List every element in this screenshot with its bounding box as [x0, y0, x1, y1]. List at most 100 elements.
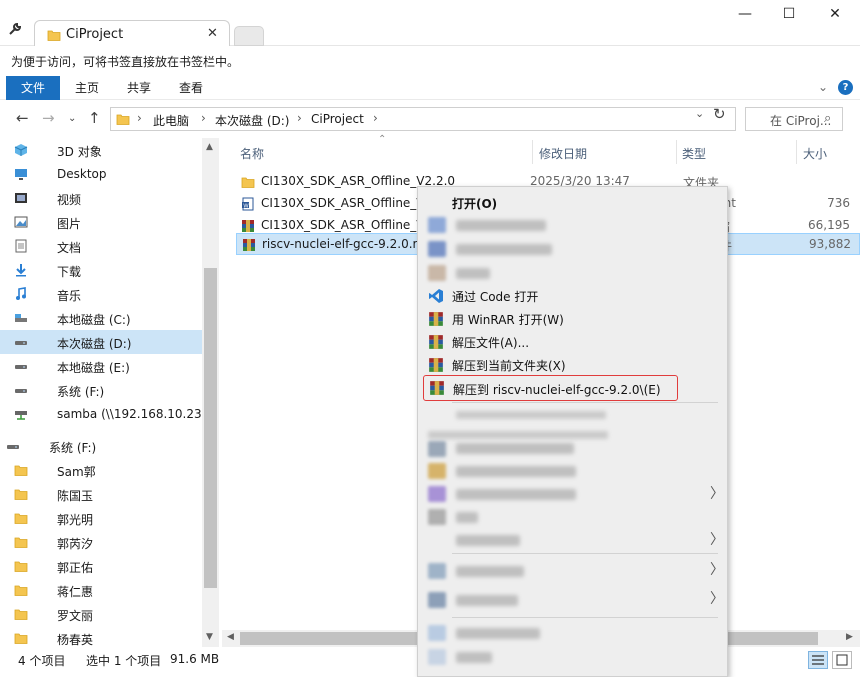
- blurred-menu-item[interactable]: [456, 595, 518, 606]
- breadcrumb-this-pc[interactable]: 此电脑: [153, 112, 189, 129]
- file-name: riscv-nuclei-elf-gcc-9.2.0.ra: [262, 237, 425, 251]
- nav-item[interactable]: 3D 对象: [0, 138, 202, 162]
- scroll-left-icon[interactable]: ◀: [227, 632, 234, 642]
- nav-item[interactable]: 下载: [0, 258, 202, 282]
- nav-item[interactable]: Sam郭: [0, 458, 202, 482]
- column-divider[interactable]: [796, 140, 797, 164]
- nav-item[interactable]: 本地磁盘 (C:): [0, 306, 202, 330]
- ribbon: 文件 主页 共享 查看 ⌄ ?: [0, 76, 860, 100]
- blurred-menu-item[interactable]: [456, 535, 520, 546]
- nav-item[interactable]: 视频: [0, 186, 202, 210]
- large-icons-view-icon: [836, 654, 848, 666]
- help-icon[interactable]: ?: [838, 80, 853, 95]
- blurred-menu-item[interactable]: [456, 268, 490, 279]
- maximize-button[interactable]: ☐: [774, 6, 804, 22]
- nav-item[interactable]: 系统 (F:): [0, 434, 202, 458]
- nav-item[interactable]: 郭芮汐: [0, 530, 202, 554]
- nav-item[interactable]: 杨春英: [0, 626, 202, 647]
- file-size: 66,195: [808, 218, 850, 232]
- ribbon-tab-share[interactable]: 共享: [118, 76, 160, 100]
- blurred-menu-item[interactable]: [456, 244, 552, 255]
- column-header-size[interactable]: 大小: [803, 145, 827, 162]
- ribbon-tab-home[interactable]: 主页: [66, 76, 108, 100]
- nav-item[interactable]: 本次磁盘 (D:): [0, 330, 202, 354]
- breadcrumb-separator: ›: [297, 111, 302, 125]
- nav-item[interactable]: 郭光明: [0, 506, 202, 530]
- wrench-icon[interactable]: [8, 22, 22, 36]
- tab-ciproject[interactable]: CiProject ✕: [34, 20, 230, 47]
- back-arrow-icon[interactable]: ←: [16, 109, 29, 127]
- ribbon-tab-file[interactable]: 文件: [6, 76, 60, 100]
- nav-item[interactable]: 音乐: [0, 282, 202, 306]
- blurred-menu-item[interactable]: [456, 411, 606, 419]
- selection-size: 91.6 MB: [170, 652, 220, 666]
- menu-item-extract-to-folder[interactable]: 解压到 riscv-nuclei-elf-gcc-9.2.0\(E): [423, 375, 678, 401]
- minimize-button[interactable]: —: [730, 6, 760, 22]
- menu-item-open-with-code[interactable]: 通过 Code 打开: [418, 284, 727, 307]
- recent-dropdown-icon[interactable]: ⌄: [68, 113, 76, 124]
- video-icon: [14, 191, 28, 205]
- refresh-icon[interactable]: ↻: [713, 105, 726, 123]
- column-header-type[interactable]: 类型: [682, 145, 706, 162]
- nav-item[interactable]: samba (\\192.168.10.236): [0, 402, 202, 426]
- column-header-date[interactable]: 修改日期: [539, 145, 587, 162]
- nav-item[interactable]: 文档: [0, 234, 202, 258]
- column-divider[interactable]: [676, 140, 677, 164]
- blurred-menu-item[interactable]: [456, 652, 492, 663]
- scroll-right-icon[interactable]: ▶: [846, 632, 853, 642]
- svg-text:W: W: [243, 203, 249, 209]
- ribbon-tab-view[interactable]: 查看: [170, 76, 212, 100]
- nav-item[interactable]: 图片: [0, 210, 202, 234]
- tab-close-icon[interactable]: ✕: [207, 26, 218, 41]
- scroll-up-icon[interactable]: ▲: [206, 142, 213, 152]
- blurred-menu-item[interactable]: [428, 431, 608, 439]
- nav-item[interactable]: 郭正佑: [0, 554, 202, 578]
- column-divider[interactable]: [532, 140, 533, 164]
- blurred-menu-item[interactable]: [456, 489, 576, 500]
- forward-arrow-icon[interactable]: →: [42, 109, 55, 127]
- nav-pane-scrollbar[interactable]: ▲ ▼: [202, 138, 219, 647]
- large-icons-view-button[interactable]: [832, 651, 852, 669]
- desktop-icon: [14, 167, 28, 181]
- network-drive-icon: [14, 407, 28, 421]
- search-input[interactable]: 在 CiProj... ⌕: [745, 107, 843, 131]
- address-bar[interactable]: › 此电脑 › 本次磁盘 (D:) › CiProject ›: [110, 107, 736, 131]
- drive-icon: [14, 383, 28, 397]
- nav-item[interactable]: Desktop: [0, 162, 202, 186]
- nav-item[interactable]: 罗文丽: [0, 602, 202, 626]
- address-dropdown-icon[interactable]: ⌄: [695, 107, 704, 120]
- nav-item[interactable]: 本地磁盘 (E:): [0, 354, 202, 378]
- menu-item-extract-files[interactable]: 解压文件(A)...: [418, 330, 727, 353]
- blurred-icon: [428, 592, 446, 608]
- menu-item-open-with-winrar[interactable]: 用 WinRAR 打开(W): [418, 307, 727, 330]
- nav-item-label: samba (\\192.168.10.236): [57, 407, 202, 421]
- blurred-menu-item[interactable]: [456, 512, 478, 523]
- nav-item[interactable]: 陈国玉: [0, 482, 202, 506]
- blurred-menu-item[interactable]: [456, 466, 576, 477]
- breadcrumb-ciproject[interactable]: CiProject: [311, 112, 364, 126]
- ribbon-expand-icon[interactable]: ⌄: [818, 80, 828, 94]
- close-button[interactable]: ✕: [820, 6, 850, 22]
- blurred-icon: [428, 625, 446, 641]
- blurred-menu-item[interactable]: [456, 628, 540, 639]
- nav-item[interactable]: 蒋仁惠: [0, 578, 202, 602]
- search-placeholder: 在 CiProj...: [770, 114, 832, 128]
- blurred-menu-item[interactable]: [456, 443, 574, 454]
- blurred-icon: [428, 649, 446, 665]
- breadcrumb-drive-d[interactable]: 本次磁盘 (D:): [215, 112, 289, 129]
- new-tab-button[interactable]: [234, 26, 264, 46]
- menu-item-open[interactable]: 打开(O): [418, 191, 727, 214]
- nav-item[interactable]: 系统 (F:): [0, 378, 202, 402]
- blurred-menu-item[interactable]: [456, 220, 546, 231]
- blurred-icon: [428, 486, 446, 502]
- column-header-name[interactable]: 名称: [240, 145, 264, 162]
- breadcrumb-separator: ›: [137, 111, 142, 125]
- blurred-menu-item[interactable]: [456, 566, 524, 577]
- up-arrow-icon[interactable]: ↑: [88, 109, 101, 127]
- scroll-down-icon[interactable]: ▼: [206, 632, 213, 642]
- details-view-button[interactable]: [808, 651, 828, 669]
- nav-item-label: 文档: [57, 241, 82, 255]
- blurred-icon: [428, 463, 446, 479]
- scroll-thumb[interactable]: [204, 268, 217, 588]
- menu-item-extract-here[interactable]: 解压到当前文件夹(X): [418, 353, 727, 376]
